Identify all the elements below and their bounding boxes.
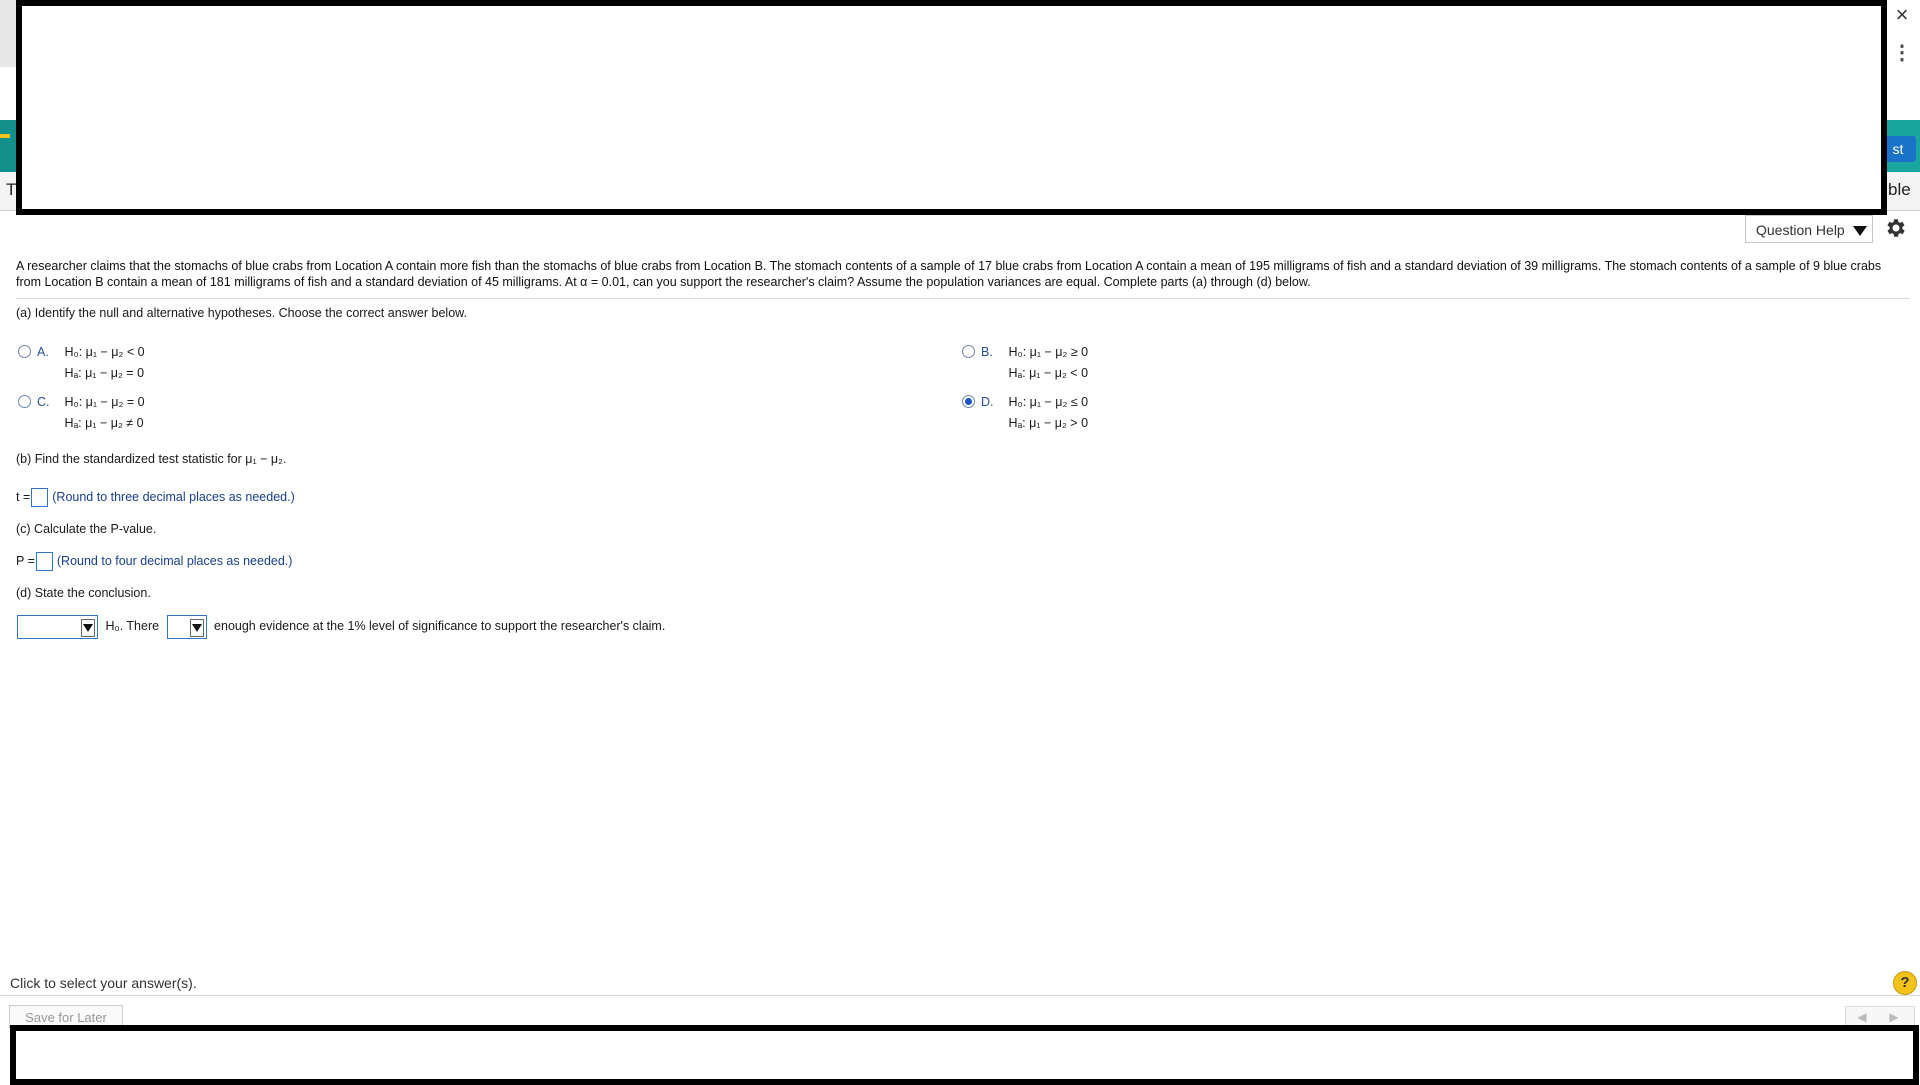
option-b-hypotheses: H₀: μ₁ − μ₂ ≥ 0 Hₐ: μ₁ − μ₂ < 0 [1008,342,1088,384]
option-d-h0: H₀: μ₁ − μ₂ ≤ 0 [1008,395,1089,409]
option-b-letter: B. [981,345,993,359]
question-help-label: Question Help [1756,222,1845,238]
next-question-icon[interactable]: ▶ [1878,1007,1910,1027]
caret-down-icon [1852,226,1867,237]
option-a-ha: Hₐ: μ₁ − μ₂ = 0 [64,366,145,380]
option-a-letter: A. [37,345,49,359]
radio-option-b[interactable] [962,345,975,359]
option-c-letter: C. [37,395,50,409]
close-icon[interactable]: × [1888,2,1916,28]
question-help-button[interactable]: Question Help [1745,215,1873,243]
option-b-h0: H₀: μ₁ − μ₂ ≥ 0 [1008,345,1089,359]
part-b-answer-row: t = (Round to three decimal places as nee… [16,488,295,507]
partial-left-text: T [6,180,17,199]
partial-right-text: ble [1888,180,1911,199]
h0-there-text: H₀. There [105,619,160,634]
option-c-h0: H₀: μ₁ − μ₂ = 0 [64,395,145,409]
redacted-region-bottom [10,1025,1919,1085]
option-a-hypotheses: H₀: μ₁ − μ₂ < 0 Hₐ: μ₁ − μ₂ = 0 [64,342,144,384]
radio-option-c[interactable] [18,395,31,409]
problem-statement: A researcher claims that the stomachs of… [16,259,1882,289]
option-d[interactable]: D. H₀: μ₁ − μ₂ ≤ 0 Hₐ: μ₁ − μ₂ > 0 [962,392,1088,434]
option-b-ha: Hₐ: μ₁ − μ₂ < 0 [1008,366,1089,380]
part-b-prompt: (b) Find the standardized test statistic… [16,452,287,466]
part-c-hint: (Round to four decimal places as needed.… [56,553,293,568]
part-c-prompt: (c) Calculate the P-value. [16,522,157,536]
decision-select[interactable] [17,615,98,639]
dropdown-arrow-icon [81,619,95,637]
prev-question-icon[interactable]: ◀ [1846,1007,1878,1027]
radio-option-a[interactable] [18,345,31,359]
p-label: P = [16,553,35,568]
p-value-input[interactable] [35,552,53,571]
status-text: Click to select your answer(s). [10,975,197,991]
gear-icon[interactable] [1884,216,1908,240]
redacted-region-top [16,0,1887,215]
option-c-ha: Hₐ: μ₁ − μ₂ ≠ 0 [64,416,144,430]
part-b-hint: (Round to three decimal places as needed… [52,489,295,504]
part-d-answer-row: H₀. There enough evidence at the 1% leve… [17,615,665,639]
header-accent [0,134,10,138]
divider [16,298,1910,299]
radio-option-d[interactable] [962,395,975,409]
option-d-hypotheses: H₀: μ₁ − μ₂ ≤ 0 Hₐ: μ₁ − μ₂ > 0 [1008,392,1088,434]
option-a[interactable]: A. H₀: μ₁ − μ₂ < 0 Hₐ: μ₁ − μ₂ = 0 [18,342,145,384]
option-b[interactable]: B. H₀: μ₁ − μ₂ ≥ 0 Hₐ: μ₁ − μ₂ < 0 [962,342,1088,384]
dropdown-arrow-icon [189,619,204,637]
t-label: t = [16,489,31,504]
footer-divider [0,995,1920,996]
evidence-select[interactable] [166,615,207,639]
option-c-hypotheses: H₀: μ₁ − μ₂ = 0 Hₐ: μ₁ − μ₂ ≠ 0 [64,392,144,434]
help-icon[interactable]: ? [1893,971,1917,995]
part-c-answer-row: P = (Round to four decimal places as need… [16,552,292,571]
more-options-icon[interactable]: ⋮ [1890,40,1914,66]
option-d-letter: D. [981,395,994,409]
part-a-prompt: (a) Identify the null and alternative hy… [16,306,467,320]
part-d-prompt: (d) State the conclusion. [16,586,151,600]
option-a-h0: H₀: μ₁ − μ₂ < 0 [64,345,145,359]
t-statistic-input[interactable] [31,488,49,507]
option-c[interactable]: C. H₀: μ₁ − μ₂ = 0 Hₐ: μ₁ − μ₂ ≠ 0 [18,392,145,434]
option-d-ha: Hₐ: μ₁ − μ₂ > 0 [1008,416,1089,430]
conclusion-tail-text: enough evidence at the 1% level of signi… [214,619,666,634]
